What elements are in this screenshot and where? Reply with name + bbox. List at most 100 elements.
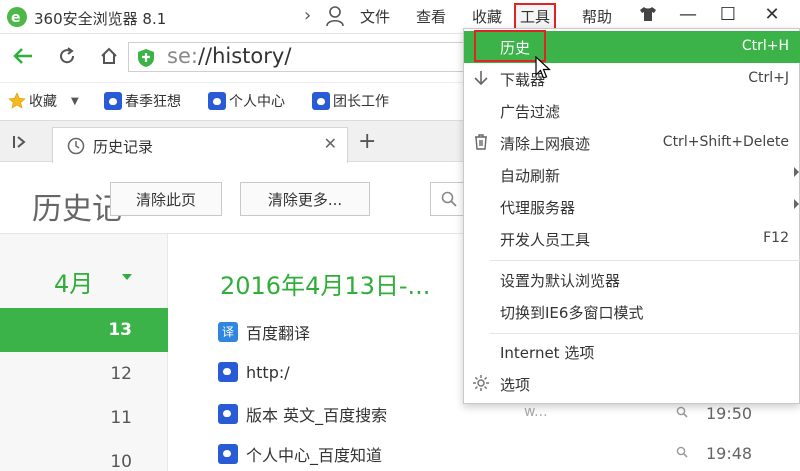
bookmark-label: 团长工作 — [333, 94, 389, 110]
menu-item-dev-tools[interactable]: 开发人员工具 F12 — [464, 223, 800, 255]
search-icon — [441, 191, 457, 207]
translate-icon: 译 — [218, 322, 238, 342]
app-title: 360安全浏览器 8.1 — [34, 10, 167, 28]
url-path: //history/ — [197, 44, 292, 68]
refresh-button[interactable] — [52, 42, 82, 70]
history-item[interactable]: 译 百度翻译 — [218, 320, 310, 344]
calendar-sidebar: 4月 13 12 11 10 — [0, 234, 168, 471]
maximize-icon: ☐ — [719, 3, 737, 25]
favorites-label: 收藏 — [29, 94, 57, 110]
maximize-button[interactable]: ☐ — [708, 0, 748, 28]
tab-label: 历史记录 — [93, 138, 154, 156]
history-title: 版本 英文_百度搜索 — [246, 406, 388, 425]
menu-item-label: Internet 选项 — [500, 344, 595, 362]
menu-item-label: 代理服务器 — [500, 199, 576, 217]
search-icon[interactable] — [676, 446, 688, 458]
sidebar-toggle-icon[interactable] — [12, 134, 30, 150]
menu-separator — [490, 260, 800, 261]
day-item[interactable]: 13 — [0, 308, 168, 352]
tab-history[interactable]: 历史记录 ✕ — [52, 127, 348, 163]
menu-item-options[interactable]: 选项 — [464, 368, 800, 400]
caret-down-icon[interactable] — [122, 274, 132, 280]
bookmark-label: 个人中心 — [229, 94, 285, 110]
month-selector[interactable]: 4月 — [54, 264, 93, 299]
clear-page-button[interactable]: 清除此页 — [110, 182, 222, 216]
minimize-button[interactable]: — — [668, 0, 708, 28]
url-text: se://history/ — [167, 44, 291, 68]
submenu-arrow-icon — [794, 199, 799, 209]
bookmark-item[interactable]: 春季狂想 — [104, 91, 181, 111]
address-input[interactable]: se://history/ — [128, 42, 468, 72]
menu-item-ad-filter[interactable]: 广告过滤 — [464, 95, 800, 127]
url-scheme: se: — [167, 44, 198, 68]
new-tab-button[interactable]: + — [358, 129, 376, 154]
menu-help[interactable]: 帮助 — [582, 6, 612, 27]
clear-more-button[interactable]: 清除更多... — [240, 182, 370, 216]
history-time: 19:50 — [706, 404, 753, 423]
menu-item-label: 广告过滤 — [500, 103, 561, 121]
bookmark-item[interactable]: 个人中心 — [208, 91, 285, 111]
history-title: http:/ — [246, 362, 290, 382]
tab-close-icon[interactable]: ✕ — [324, 134, 337, 153]
submenu-arrow-icon — [794, 167, 799, 177]
date-heading: 2016年4月13日-... — [220, 272, 431, 300]
skin-button[interactable] — [628, 0, 668, 28]
refresh-icon — [60, 47, 75, 64]
close-button[interactable]: ✕ — [752, 0, 792, 28]
baidu-paw-icon — [218, 444, 238, 464]
menu-item-label: 开发人员工具 — [500, 231, 591, 249]
history-title: 个人中心_百度知道 — [246, 446, 383, 465]
history-title: 百度翻译 — [246, 324, 311, 343]
caret-down-icon: ▼ — [71, 95, 79, 107]
close-icon: ✕ — [764, 3, 780, 25]
history-item[interactable]: http:/ — [218, 362, 290, 382]
menu-item-shortcut: Ctrl+Shift+Delete — [662, 134, 789, 150]
menu-item-ie6-mode[interactable]: 切换到IE6多窗口模式 — [464, 296, 800, 328]
menu-item-label: 选项 — [500, 376, 531, 394]
menu-item-downloads[interactable]: 下载器 Ctrl+J — [464, 63, 800, 95]
gear-icon — [473, 375, 489, 391]
day-item[interactable]: 11 — [0, 396, 168, 440]
user-icon[interactable] — [325, 5, 345, 27]
menu-item-label: 切换到IE6多窗口模式 — [500, 304, 644, 322]
history-time: 19:48 — [706, 444, 753, 463]
history-item[interactable]: 版本 英文_百度搜索 — [218, 402, 387, 426]
chevron-right-icon[interactable]: › — [304, 5, 311, 26]
home-icon — [101, 47, 117, 64]
menu-item-shortcut: F12 — [763, 230, 789, 246]
day-item[interactable]: 10 — [0, 440, 168, 471]
day-item[interactable]: 12 — [0, 352, 168, 396]
menu-item-proxy[interactable]: 代理服务器 — [464, 191, 800, 223]
trash-icon — [475, 134, 487, 150]
home-button[interactable] — [94, 42, 124, 70]
menu-view[interactable]: 查看 — [416, 6, 446, 27]
menu-item-auto-refresh[interactable]: 自动刷新 — [464, 159, 800, 191]
search-icon[interactable] — [676, 406, 688, 418]
menu-item-label: 自动刷新 — [500, 167, 561, 185]
history-url: w... — [524, 404, 548, 420]
menu-item-shortcut: Ctrl+H — [741, 38, 789, 54]
baidu-paw-icon — [218, 362, 238, 382]
menu-file[interactable]: 文件 — [360, 6, 390, 27]
back-button[interactable] — [8, 42, 38, 70]
menu-item-set-default[interactable]: 设置为默认浏览器 — [464, 264, 800, 296]
baidu-paw-icon — [208, 92, 226, 110]
menu-favorites[interactable]: 收藏 — [472, 6, 502, 27]
clock-icon — [67, 137, 85, 155]
star-icon — [8, 92, 26, 109]
baidu-paw-icon — [218, 404, 238, 424]
baidu-paw-icon — [104, 92, 122, 110]
menu-item-clear-traces[interactable]: 清除上网痕迹 Ctrl+Shift+Delete — [464, 127, 800, 159]
browser-logo-icon: e — [7, 7, 27, 27]
menu-item-shortcut: Ctrl+J — [748, 70, 789, 86]
page-title: 历史记 — [32, 192, 122, 227]
menu-item-label: 设置为默认浏览器 — [500, 272, 621, 290]
baidu-paw-icon — [312, 92, 330, 110]
menu-item-internet-options[interactable]: Internet 选项 — [464, 336, 800, 368]
favorites-button[interactable]: 收藏 ▼ — [8, 91, 79, 111]
download-arrow-icon — [474, 71, 488, 86]
menu-item-label: 清除上网痕迹 — [500, 135, 591, 153]
history-item[interactable]: 个人中心_百度知道 — [218, 442, 382, 466]
bookmark-item[interactable]: 团长工作 — [312, 91, 389, 111]
menu-tools[interactable]: 工具 — [514, 3, 557, 30]
